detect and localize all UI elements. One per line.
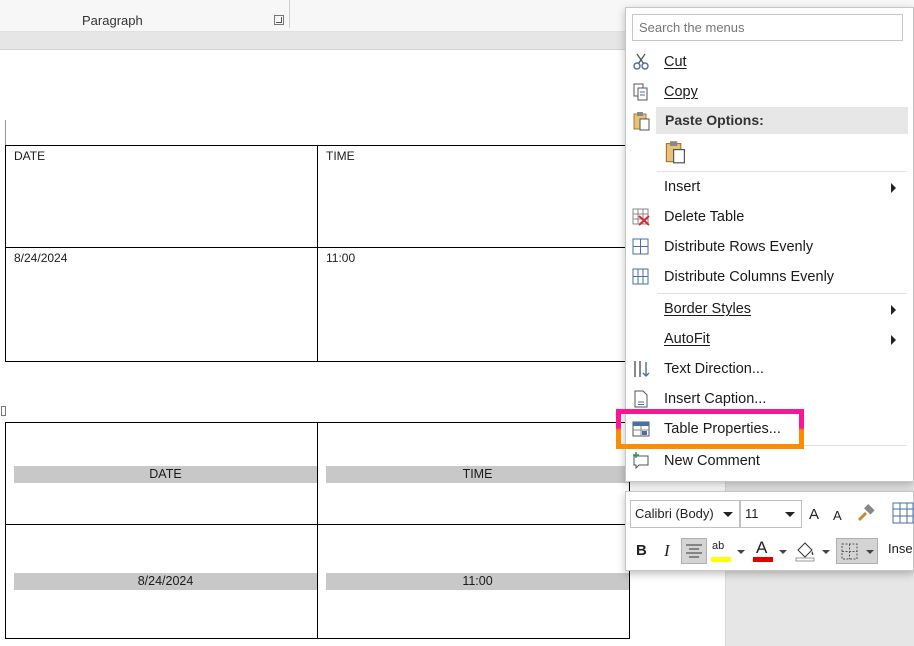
font-size-select[interactable]: 11 — [740, 500, 802, 528]
menu-item-label: Insert — [664, 179, 701, 195]
align-center-icon — [686, 544, 702, 558]
bold-button[interactable]: B — [636, 541, 647, 561]
menu-item-distribute-rows[interactable]: Distribute Rows Evenly — [626, 232, 913, 262]
menu-item-distribute-columns[interactable]: Distribute Columns Evenly — [626, 262, 913, 292]
menu-item-insert[interactable]: Insert — [626, 172, 913, 202]
chevron-down-icon[interactable] — [822, 550, 830, 554]
font-size-value: 11 — [745, 506, 759, 521]
new-comment-icon — [633, 452, 649, 470]
table-row: 8/24/2024 11:00 — [5, 524, 630, 639]
shaded-cell-text: 11:00 — [326, 573, 629, 590]
mini-toolbar: Calibri (Body) 11 A A B I ab A Inse — [625, 491, 914, 571]
chevron-down-icon — [785, 512, 795, 517]
menu-item-label: New Comment — [664, 453, 760, 469]
chevron-down-icon[interactable] — [779, 550, 787, 554]
menu-item-autofit[interactable]: AutoFit — [626, 324, 913, 354]
menu-item-label: Distribute Rows Evenly — [664, 239, 814, 255]
shading-bucket-icon[interactable] — [794, 540, 816, 562]
submenu-arrow-icon — [891, 335, 896, 345]
highlight-color-button[interactable]: ab — [710, 538, 734, 564]
menu-item-label: Distribute Columns Evenly — [664, 269, 835, 285]
table-cell[interactable]: 11:00 — [317, 247, 630, 362]
table-cell[interactable]: 11:00 — [317, 524, 630, 639]
font-color-button[interactable]: A — [752, 538, 776, 564]
scissors-icon — [633, 53, 649, 70]
copy-icon — [633, 83, 648, 101]
shrink-font-button[interactable]: A — [833, 506, 842, 526]
menu-item-label: Delete Table — [664, 209, 745, 225]
document-table-2[interactable]: DATE TIME 8/24/2024 11:00 — [5, 422, 630, 639]
highlight-color-swatch — [711, 557, 731, 562]
font-name-select[interactable]: Calibri (Body) — [630, 500, 740, 528]
highlighter-icon: ab — [712, 540, 725, 552]
menu-item-border-styles[interactable]: Border Styles — [626, 294, 913, 324]
menu-item-new-comment[interactable]: New Comment — [626, 446, 913, 476]
menu-item-label: Copy — [664, 84, 698, 100]
table-cell[interactable]: DATE — [5, 422, 318, 525]
paragraph-group-label: Paragraph — [82, 13, 143, 28]
document-table-1[interactable]: DATE TIME 8/24/2024 11:00 — [5, 145, 630, 362]
insert-caption-icon — [634, 390, 648, 408]
paragraph-dialog-launcher-icon[interactable] — [274, 15, 284, 25]
menu-item-copy[interactable]: Copy — [626, 77, 913, 107]
ribbon-separator — [289, 0, 290, 28]
grow-font-button[interactable]: A — [809, 505, 819, 525]
table-row: 8/24/2024 11:00 — [5, 247, 630, 362]
table-cell[interactable]: DATE — [5, 145, 318, 248]
menu-item-label: Border Styles — [664, 301, 752, 317]
menu-item-cut[interactable]: Cut — [626, 47, 913, 77]
submenu-arrow-icon — [891, 183, 896, 193]
font-color-swatch — [753, 557, 773, 562]
chevron-down-icon — [866, 550, 874, 554]
table-cell[interactable]: TIME — [317, 422, 630, 525]
chevron-down-icon — [723, 512, 733, 517]
menu-search-input[interactable]: Search the menus — [632, 14, 903, 41]
distribute-columns-icon — [632, 268, 649, 285]
shaded-cell-text: TIME — [326, 466, 629, 483]
menu-item-label: Text Direction... — [664, 361, 764, 377]
paste-options-heading: Paste Options: — [656, 107, 908, 134]
borders-icon — [841, 543, 858, 560]
highlight-annotation — [616, 409, 804, 449]
delete-table-icon — [632, 208, 650, 226]
format-painter-icon[interactable] — [856, 504, 876, 524]
shaded-cell-text: DATE — [14, 466, 317, 483]
menu-item-label: AutoFit — [664, 331, 710, 347]
margin-marker — [5, 120, 6, 146]
borders-button[interactable] — [836, 538, 878, 564]
insert-table-icon[interactable] — [892, 502, 914, 524]
font-name-value: Calibri (Body) — [635, 506, 714, 521]
table-row: DATE TIME — [5, 145, 630, 248]
submenu-arrow-icon — [891, 305, 896, 315]
table-row: DATE TIME — [5, 422, 630, 525]
shaded-cell-text: 8/24/2024 — [14, 573, 317, 590]
table-cell[interactable]: 8/24/2024 — [5, 247, 318, 362]
table-cell[interactable]: TIME — [317, 145, 630, 248]
clipboard-icon — [633, 112, 650, 131]
menu-item-delete-table[interactable]: Delete Table — [626, 202, 913, 232]
distribute-rows-icon — [632, 238, 649, 255]
paste-keep-formatting-icon[interactable] — [664, 140, 688, 164]
menu-item-label: Cut — [664, 54, 687, 70]
table-cell[interactable]: 8/24/2024 — [5, 524, 318, 639]
chevron-down-icon[interactable] — [737, 550, 745, 554]
table-move-handle[interactable] — [1, 406, 6, 416]
font-color-icon: A — [756, 538, 768, 557]
text-direction-icon — [634, 361, 650, 377]
center-align-button[interactable] — [681, 538, 707, 564]
insert-button[interactable]: Inse — [888, 541, 913, 556]
italic-button[interactable]: I — [664, 541, 670, 561]
menu-item-text-direction[interactable]: Text Direction... — [626, 354, 913, 384]
